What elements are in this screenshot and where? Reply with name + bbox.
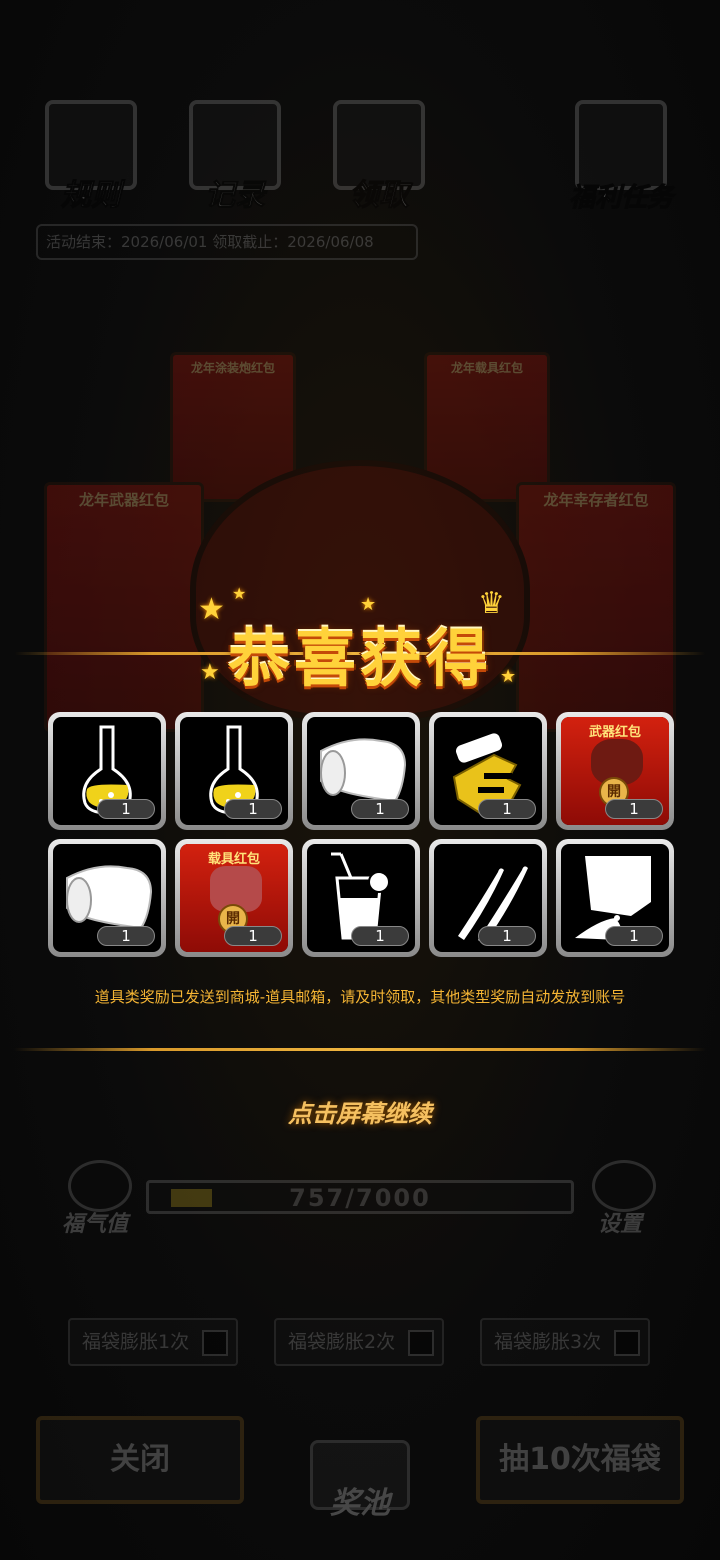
reward-item-2[interactable]: 1 — [175, 712, 293, 830]
tap-to-continue[interactable]: 点击屏幕继续 — [0, 1094, 720, 1129]
reward-qty: 1 — [478, 799, 536, 819]
luck-cloud-icon — [68, 1160, 132, 1212]
reward-item-6[interactable]: 1 — [48, 839, 166, 957]
inflate-thrice-option[interactable]: 福袋膨胀3次 — [480, 1318, 650, 1366]
event-dates: 活动结束：2026/06/01 领取截止：2026/06/08 — [36, 224, 418, 260]
records-button[interactable]: 记录 — [180, 100, 290, 220]
reward-notice: 道具类奖励已发送到商城-道具邮箱，请及时领取，其他类型奖励自动发放到账号 — [94, 988, 626, 1006]
reward-item-5[interactable]: 武器红包 開 1 — [556, 712, 674, 830]
reward-qty: 1 — [97, 926, 155, 946]
reward-qty: 1 — [224, 799, 282, 819]
welfare-tasks-label: 福利任务 — [568, 183, 673, 214]
records-label: 记录 — [205, 178, 266, 214]
inflate-thrice-checkbox[interactable] — [614, 1330, 640, 1356]
bg-card-survivor-title: 龙年幸存者红包 — [543, 491, 649, 509]
reward-item-8[interactable]: 1 — [302, 839, 420, 957]
claim-button[interactable]: 领取 — [324, 100, 434, 220]
weapon-red-packet-label: 武器红包 — [588, 725, 641, 740]
reward-qty: 1 — [224, 926, 282, 946]
reward-item-1[interactable]: 1 — [48, 712, 166, 830]
reward-item-4[interactable]: 1 — [429, 712, 547, 830]
reward-qty: 1 — [605, 926, 663, 946]
inflate-once-checkbox[interactable] — [202, 1330, 228, 1356]
luck-progress-bar: 757/7000 — [146, 1180, 574, 1214]
popup-title: 恭喜获得 — [227, 622, 492, 695]
draw-ten-button[interactable]: 抽10次福袋 — [476, 1416, 684, 1504]
reward-item-10[interactable]: 1 — [556, 839, 674, 957]
bg-card-weapon-title: 龙年武器红包 — [78, 491, 169, 509]
reward-qty: 1 — [351, 926, 409, 946]
close-button[interactable]: 关闭 — [36, 1416, 244, 1504]
reward-item-7[interactable]: 载具红包 開 1 — [175, 839, 293, 957]
settings-label[interactable]: 设置 — [598, 1206, 642, 1238]
rules-label: 规则 — [61, 178, 122, 214]
prize-pool-button[interactable]: 奖池 — [290, 1400, 430, 1521]
vehicle-red-packet-label: 载具红包 — [207, 852, 260, 867]
welfare-tasks-button[interactable]: 福利任务 — [556, 100, 686, 220]
inflate-thrice-label: 福袋膨胀3次 — [494, 1331, 602, 1353]
reward-qty: 1 — [605, 799, 663, 819]
reward-qty: 1 — [97, 799, 155, 819]
prize-pool-label: 奖池 — [330, 1486, 390, 1521]
popup-bottom-border — [14, 1048, 706, 1051]
megaphone-icon[interactable] — [592, 1160, 656, 1212]
inflate-once-option[interactable]: 福袋膨胀1次 — [68, 1318, 238, 1366]
luck-progress-text: 757/7000 — [289, 1184, 431, 1212]
rules-button[interactable]: 规则 — [36, 100, 146, 220]
inflate-once-label: 福袋膨胀1次 — [82, 1331, 190, 1353]
reward-item-9[interactable]: 1 — [429, 839, 547, 957]
claim-label: 领取 — [349, 178, 410, 214]
bg-card-paint-title: 龙年涂装炮红包 — [190, 361, 275, 375]
inflate-twice-label: 福袋膨胀2次 — [288, 1331, 396, 1353]
inflate-twice-checkbox[interactable] — [408, 1330, 434, 1356]
star-icon: ★ — [232, 584, 247, 603]
inflate-twice-option[interactable]: 福袋膨胀2次 — [274, 1318, 444, 1366]
bg-card-vehicle-title: 龙年载具红包 — [450, 361, 523, 375]
reward-qty: 1 — [351, 799, 409, 819]
reward-item-3[interactable]: 1 — [302, 712, 420, 830]
reward-qty: 1 — [478, 926, 536, 946]
luck-value-label: 福气值 — [62, 1212, 129, 1237]
